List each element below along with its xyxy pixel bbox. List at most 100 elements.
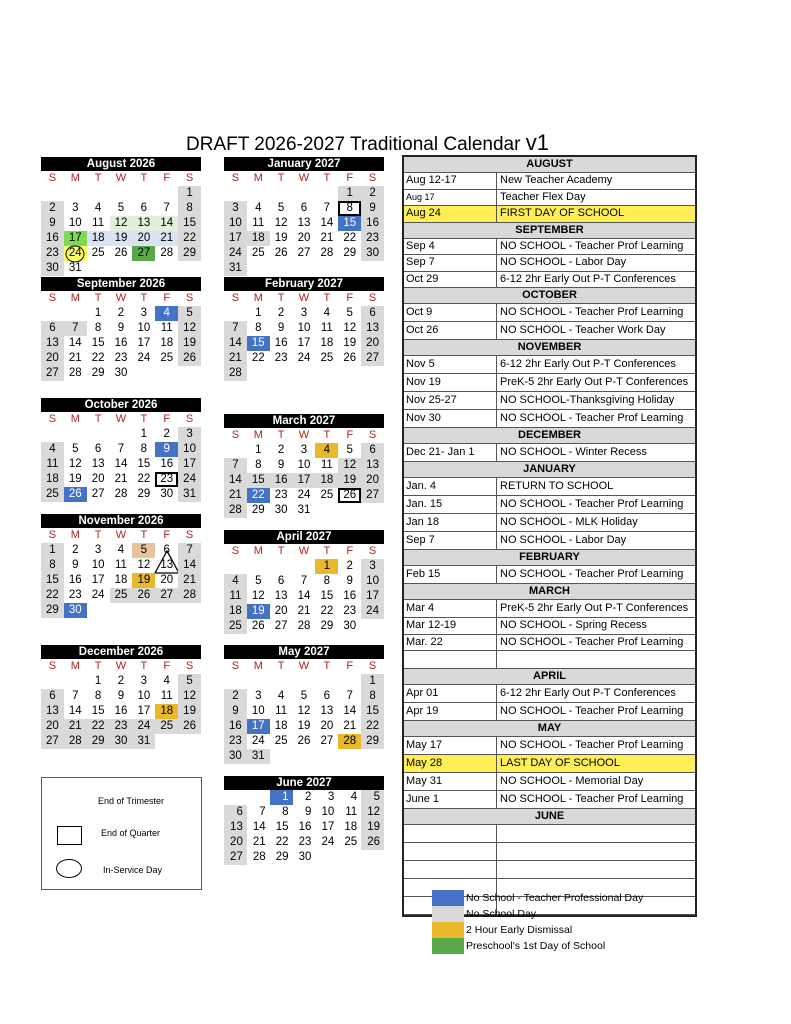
event-description: NO SCHOOL - Teacher Prof Learning xyxy=(500,739,684,751)
event-description: RETURN TO SCHOOL xyxy=(500,480,614,492)
day-cell: 8 xyxy=(255,322,262,334)
event-date: Sep 7 xyxy=(404,532,497,549)
day-cell: 18 xyxy=(344,821,358,833)
day-cell: 26 xyxy=(338,488,362,503)
day-cell: 14 xyxy=(320,217,334,229)
weekday-label: F xyxy=(346,429,354,441)
day-cell: 15 xyxy=(320,590,334,602)
day-cell: 1 xyxy=(255,307,262,319)
day-cell: 11 xyxy=(41,457,64,472)
day-cell: 9 xyxy=(41,216,64,231)
event-description: NO SCHOOL - MLK Holiday xyxy=(500,516,638,528)
day-cell: 7 xyxy=(259,806,266,818)
day-cell: 14 xyxy=(68,337,82,349)
event-date: May 31 xyxy=(404,773,497,790)
day-cell: 8 xyxy=(178,201,201,216)
day-cell: 16 xyxy=(160,458,174,470)
event-row: Sep 4 NO SCHOOL - Teacher Prof Learning xyxy=(404,238,695,255)
day-cell: 22 xyxy=(41,588,64,603)
day-cell: 2 xyxy=(346,560,353,572)
day-cell: 13 xyxy=(132,216,156,231)
day-cell: 26 xyxy=(297,735,311,747)
event-date: Aug 17 xyxy=(404,189,497,205)
events-table: AUGUST Aug 12-17 New Teacher Academy Aug 17… xyxy=(402,155,697,917)
day-cell: 17 xyxy=(224,231,247,246)
day-cell: 21 xyxy=(178,573,201,588)
day-cell: 1 xyxy=(94,307,102,319)
day-cell: 8 xyxy=(41,558,64,573)
event-row: Nov 19 PreK-5 2hr Early Out P-T Conferenc… xyxy=(404,374,695,392)
weekday-label: T xyxy=(94,172,102,184)
month-april-2027: April 2027 S M T W T F S 1 2 3 4 5 6 7 8 9 10 11 12 13 14 15 16… xyxy=(224,530,384,634)
title-main: DRAFT 2026-2027 Traditional Calendar xyxy=(186,134,526,155)
day-cell: 18 xyxy=(246,231,270,246)
weekday-label: F xyxy=(346,545,354,557)
event-description: Teacher Flex Day xyxy=(500,190,586,203)
day-cell: 12 xyxy=(274,217,288,229)
weekday-label: F xyxy=(346,292,354,304)
day-cell: 7 xyxy=(72,690,79,702)
empty-cell xyxy=(270,559,293,574)
event-row: May 17 NO SCHOOL - Teacher Prof Learning xyxy=(404,737,695,755)
day-cell: 13 xyxy=(274,590,288,602)
day-cell: 5 xyxy=(346,444,353,456)
day-cell: 8 xyxy=(361,689,384,704)
day-cell: 24 xyxy=(91,589,105,601)
event-row: Aug 17 Teacher Flex Day xyxy=(404,189,695,206)
day-cell: 6 xyxy=(361,443,384,458)
day-cell: 8 xyxy=(140,443,148,455)
day-cell: 24 xyxy=(321,836,335,848)
event-description: NO SCHOOL - Memorial Day xyxy=(500,775,644,787)
weekday-label: W xyxy=(298,172,310,184)
day-cell: 9 xyxy=(305,806,312,818)
day-cell: 30 xyxy=(274,504,288,516)
day-cell: 1 xyxy=(140,428,148,440)
empty-cell xyxy=(64,427,87,442)
day-cell: 6 xyxy=(361,306,384,321)
event-row: Aug 24 FIRST DAY OF SCHOOL xyxy=(404,206,695,223)
event-description: PreK-5 2hr Early Out P-T Conferences xyxy=(500,602,689,614)
day-cell: 10 xyxy=(251,705,265,717)
month-section-header: DECEMBER xyxy=(404,428,695,444)
event-row: Sep 7 NO SCHOOL - Labor Day xyxy=(404,255,695,272)
weekday-label: S xyxy=(185,292,194,304)
day-cell: 27 xyxy=(274,620,288,632)
month-header: September 2026 xyxy=(41,277,201,291)
day-cell: 29 xyxy=(343,247,357,259)
event-date xyxy=(404,651,497,668)
day-cell: 29 xyxy=(178,246,201,261)
day-cell: 15 xyxy=(361,704,384,719)
day-cell: 20 xyxy=(320,720,334,732)
day-cell: 17 xyxy=(137,337,151,349)
day-cell: 4 xyxy=(277,690,285,702)
weekday-label: T xyxy=(140,529,148,541)
event-row: Mar. 22 NO SCHOOL - Teacher Prof Learning xyxy=(404,634,695,651)
event-description: NO SCHOOL - Labor Day xyxy=(500,534,627,546)
title-version: v1 xyxy=(525,130,549,155)
day-cell: 9 xyxy=(72,559,79,571)
event-date: Dec 21- Jan 1 xyxy=(404,444,497,461)
day-cell: 30 xyxy=(298,851,312,863)
day-cell: 8 xyxy=(94,690,102,702)
day-cell: 27 xyxy=(297,247,311,259)
day-cell: 27 xyxy=(41,734,64,749)
day-cell: 12 xyxy=(361,805,384,820)
weekday-label: S xyxy=(231,429,240,441)
empty-cell xyxy=(41,674,64,689)
day-cell: 12 xyxy=(343,322,357,334)
day-cell: 5 xyxy=(132,543,156,558)
day-cell: 7 xyxy=(178,543,201,558)
empty-cell xyxy=(64,674,87,689)
event-date: Oct 9 xyxy=(404,304,497,321)
month-header: January 2027 xyxy=(224,157,384,171)
day-cell: 29 xyxy=(275,851,289,863)
day-cell: 22 xyxy=(343,232,357,244)
day-cell: 28 xyxy=(63,734,87,749)
weekday-label: S xyxy=(368,429,377,441)
day-cell: 25 xyxy=(251,247,265,259)
day-cell: 17 xyxy=(361,589,384,604)
month-section-header: JANUARY xyxy=(404,462,695,478)
weekday-label: S xyxy=(231,292,240,304)
month-header: June 2027 xyxy=(224,776,384,790)
event-description: LAST DAY OF SCHOOL xyxy=(500,757,620,769)
